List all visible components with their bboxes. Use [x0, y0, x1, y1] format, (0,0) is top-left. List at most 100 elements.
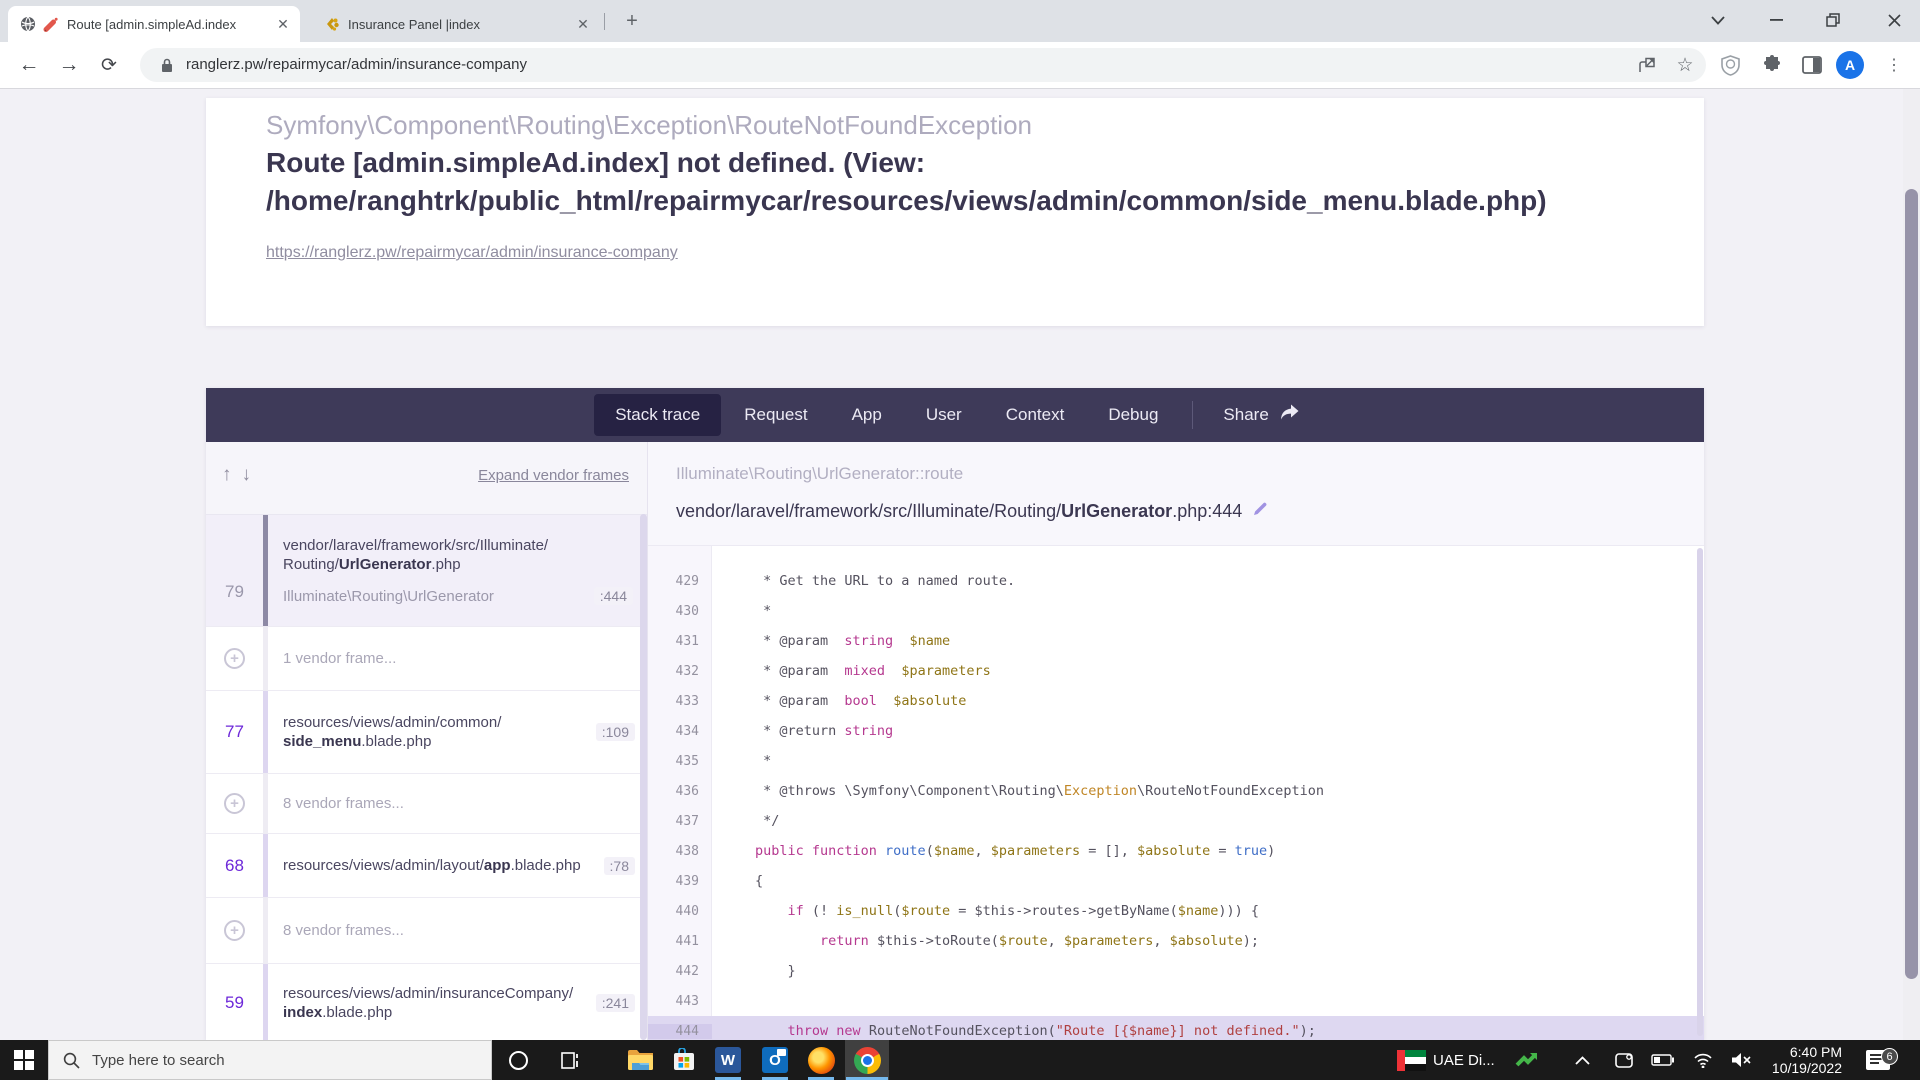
vendor-frames-expander[interactable]: +8 vendor frames... [206, 774, 647, 834]
code-lines: 429 * Get the URL to a named route.430 *… [648, 566, 1704, 1040]
trace-tab-debug[interactable]: Debug [1087, 394, 1179, 436]
padlock-icon[interactable] [156, 55, 178, 75]
code-header: Illuminate\Routing\UrlGenerator::route v… [648, 442, 1704, 546]
firefox-icon [808, 1047, 835, 1074]
tab-title: Route [admin.simpleAd.index [67, 17, 266, 32]
plus-icon: + [224, 648, 245, 669]
stack-trace-card: Stack traceRequestAppUserContextDebug Sh… [206, 388, 1704, 1040]
taskbar-search-box[interactable]: Type here to search [48, 1040, 492, 1080]
window-close-button[interactable] [1868, 0, 1920, 40]
tab-close-icon[interactable]: ✕ [574, 15, 592, 33]
edit-pencil-icon[interactable] [1252, 500, 1269, 522]
tray-time: 6:40 PM [1790, 1044, 1842, 1060]
chrome-button[interactable] [845, 1040, 889, 1080]
frame-line-badge: :241 [596, 994, 635, 1012]
start-button[interactable] [0, 1040, 48, 1080]
browser-menu-kebab-icon[interactable]: ⋮ [1884, 51, 1904, 79]
address-bar[interactable]: ranglerz.pw/repairmycar/admin/insurance-… [140, 48, 1706, 82]
code-panel: Illuminate\Routing\UrlGenerator::route v… [648, 442, 1704, 1040]
code-scrollbar[interactable] [1697, 548, 1703, 1036]
code-line-432: 432 * @param mixed $parameters [648, 656, 1704, 686]
microsoft-store-button[interactable] [662, 1040, 706, 1080]
bookmark-star-icon[interactable]: ☆ [1674, 55, 1696, 75]
share-arrow-icon [1279, 404, 1299, 426]
trace-tab-context[interactable]: Context [985, 394, 1086, 436]
frame-number: 68 [206, 834, 263, 897]
uae-flag-icon[interactable] [1393, 1040, 1429, 1080]
code-line-429: 429 * Get the URL to a named route. [648, 566, 1704, 596]
refresh-button[interactable]: ⟳ [92, 48, 126, 82]
side-panel-icon[interactable] [1799, 52, 1825, 78]
stack-frame-79[interactable]: 79vendor/laravel/framework/src/Illuminat… [206, 515, 647, 627]
windows-taskbar: Type here to search W O UAE Di.. [0, 1040, 1920, 1080]
code-line-442: 442 } [648, 956, 1704, 986]
frame-path: resources/views/admin/insuranceCompany/i… [283, 984, 633, 1022]
share-button[interactable]: Share [1205, 394, 1316, 436]
outlook-button[interactable]: O [753, 1040, 797, 1080]
task-view-button[interactable] [550, 1040, 590, 1080]
cortana-button[interactable] [498, 1040, 538, 1080]
tray-language-label[interactable]: UAE Di... [1433, 1040, 1505, 1080]
trace-tab-app[interactable]: App [831, 394, 903, 436]
browser-tab-insurance-panel[interactable]: Insurance Panel |index ✕ [312, 6, 600, 42]
firefox-button[interactable] [799, 1040, 843, 1080]
tray-clock[interactable]: 6:40 PM 10/19/2022 [1764, 1040, 1842, 1080]
vendor-frames-label: 8 vendor frames... [283, 795, 633, 812]
stack-frame-59[interactable]: 59resources/views/admin/insuranceCompany… [206, 964, 647, 1040]
share-icon[interactable] [1636, 55, 1658, 75]
red-pencil-icon [42, 16, 59, 33]
code-line-440: 440 if (! is_null($route = $this->routes… [648, 896, 1704, 926]
expand-vendor-frames-link[interactable]: Expand vendor frames [478, 467, 629, 484]
sidebar-scrollbar[interactable] [640, 514, 647, 1040]
trend-arrow-icon[interactable] [1510, 1040, 1544, 1080]
frame-line-badge: :78 [604, 857, 635, 875]
stack-frame-77[interactable]: 77resources/views/admin/common/side_menu… [206, 691, 647, 774]
plus-icon: + [224, 920, 245, 941]
microsoft-store-icon [672, 1048, 696, 1072]
wifi-icon[interactable] [1687, 1040, 1719, 1080]
volume-muted-icon[interactable] [1724, 1040, 1758, 1080]
outlook-icon: O [762, 1047, 788, 1073]
exception-message: Route [admin.simpleAd.index] not defined… [266, 144, 1547, 220]
tab-search-chevron-icon[interactable] [1695, 0, 1741, 40]
notification-center-button[interactable]: 6 [1856, 1040, 1900, 1080]
windows-logo-icon [14, 1050, 34, 1070]
new-tab-button[interactable]: + [618, 7, 646, 35]
tab-close-icon[interactable]: ✕ [274, 15, 292, 33]
vendor-frames-expander[interactable]: +8 vendor frames... [206, 898, 647, 964]
back-button[interactable]: ← [12, 48, 46, 82]
word-icon: W [715, 1047, 741, 1073]
request-url-link[interactable]: https://ranglerz.pw/repairmycar/admin/in… [266, 244, 678, 262]
window-minimize-button[interactable] [1753, 0, 1799, 40]
profile-avatar[interactable]: A [1836, 51, 1864, 79]
notification-icon: 6 [1865, 1049, 1891, 1071]
tray-chevron-up-icon[interactable] [1566, 1040, 1598, 1080]
code-line-439: 439{ [648, 866, 1704, 896]
nav-divider [1192, 401, 1193, 429]
window-restore-button[interactable] [1810, 0, 1856, 40]
extensions-puzzle-icon[interactable] [1759, 52, 1785, 78]
code-line-434: 434 * @return string [648, 716, 1704, 746]
trace-tab-stack-trace[interactable]: Stack trace [594, 394, 721, 436]
tray-date: 10/19/2022 [1772, 1060, 1842, 1076]
vendor-frames-expander[interactable]: +1 vendor frame... [206, 627, 647, 691]
page-scrollbar-thumb[interactable] [1905, 189, 1918, 979]
cast-screen-icon[interactable] [1608, 1040, 1640, 1080]
trace-tab-request[interactable]: Request [723, 394, 828, 436]
browser-tab-error-page[interactable]: Route [admin.simpleAd.index ✕ [8, 6, 300, 42]
vendor-frames-label: 8 vendor frames... [283, 922, 633, 939]
shield-extension-icon[interactable] [1717, 52, 1743, 78]
forward-button[interactable]: → [52, 48, 86, 82]
file-explorer-icon [627, 1049, 654, 1071]
browser-toolbar: ← → ⟳ ranglerz.pw/repairmycar/admin/insu… [0, 42, 1920, 89]
frame-down-arrow[interactable]: ↓ [242, 464, 252, 486]
battery-icon[interactable] [1645, 1040, 1679, 1080]
page-scrollbar-track[interactable] [1903, 89, 1920, 1040]
frame-line-badge: :444 [594, 587, 633, 605]
frame-up-arrow[interactable]: ↑ [222, 464, 232, 486]
stack-frame-68[interactable]: 68resources/views/admin/layout/app.blade… [206, 834, 647, 898]
file-explorer-button[interactable] [618, 1040, 662, 1080]
trace-tab-user[interactable]: User [905, 394, 983, 436]
code-line-441: 441 return $this->toRoute($route, $param… [648, 926, 1704, 956]
word-button[interactable]: W [706, 1040, 750, 1080]
